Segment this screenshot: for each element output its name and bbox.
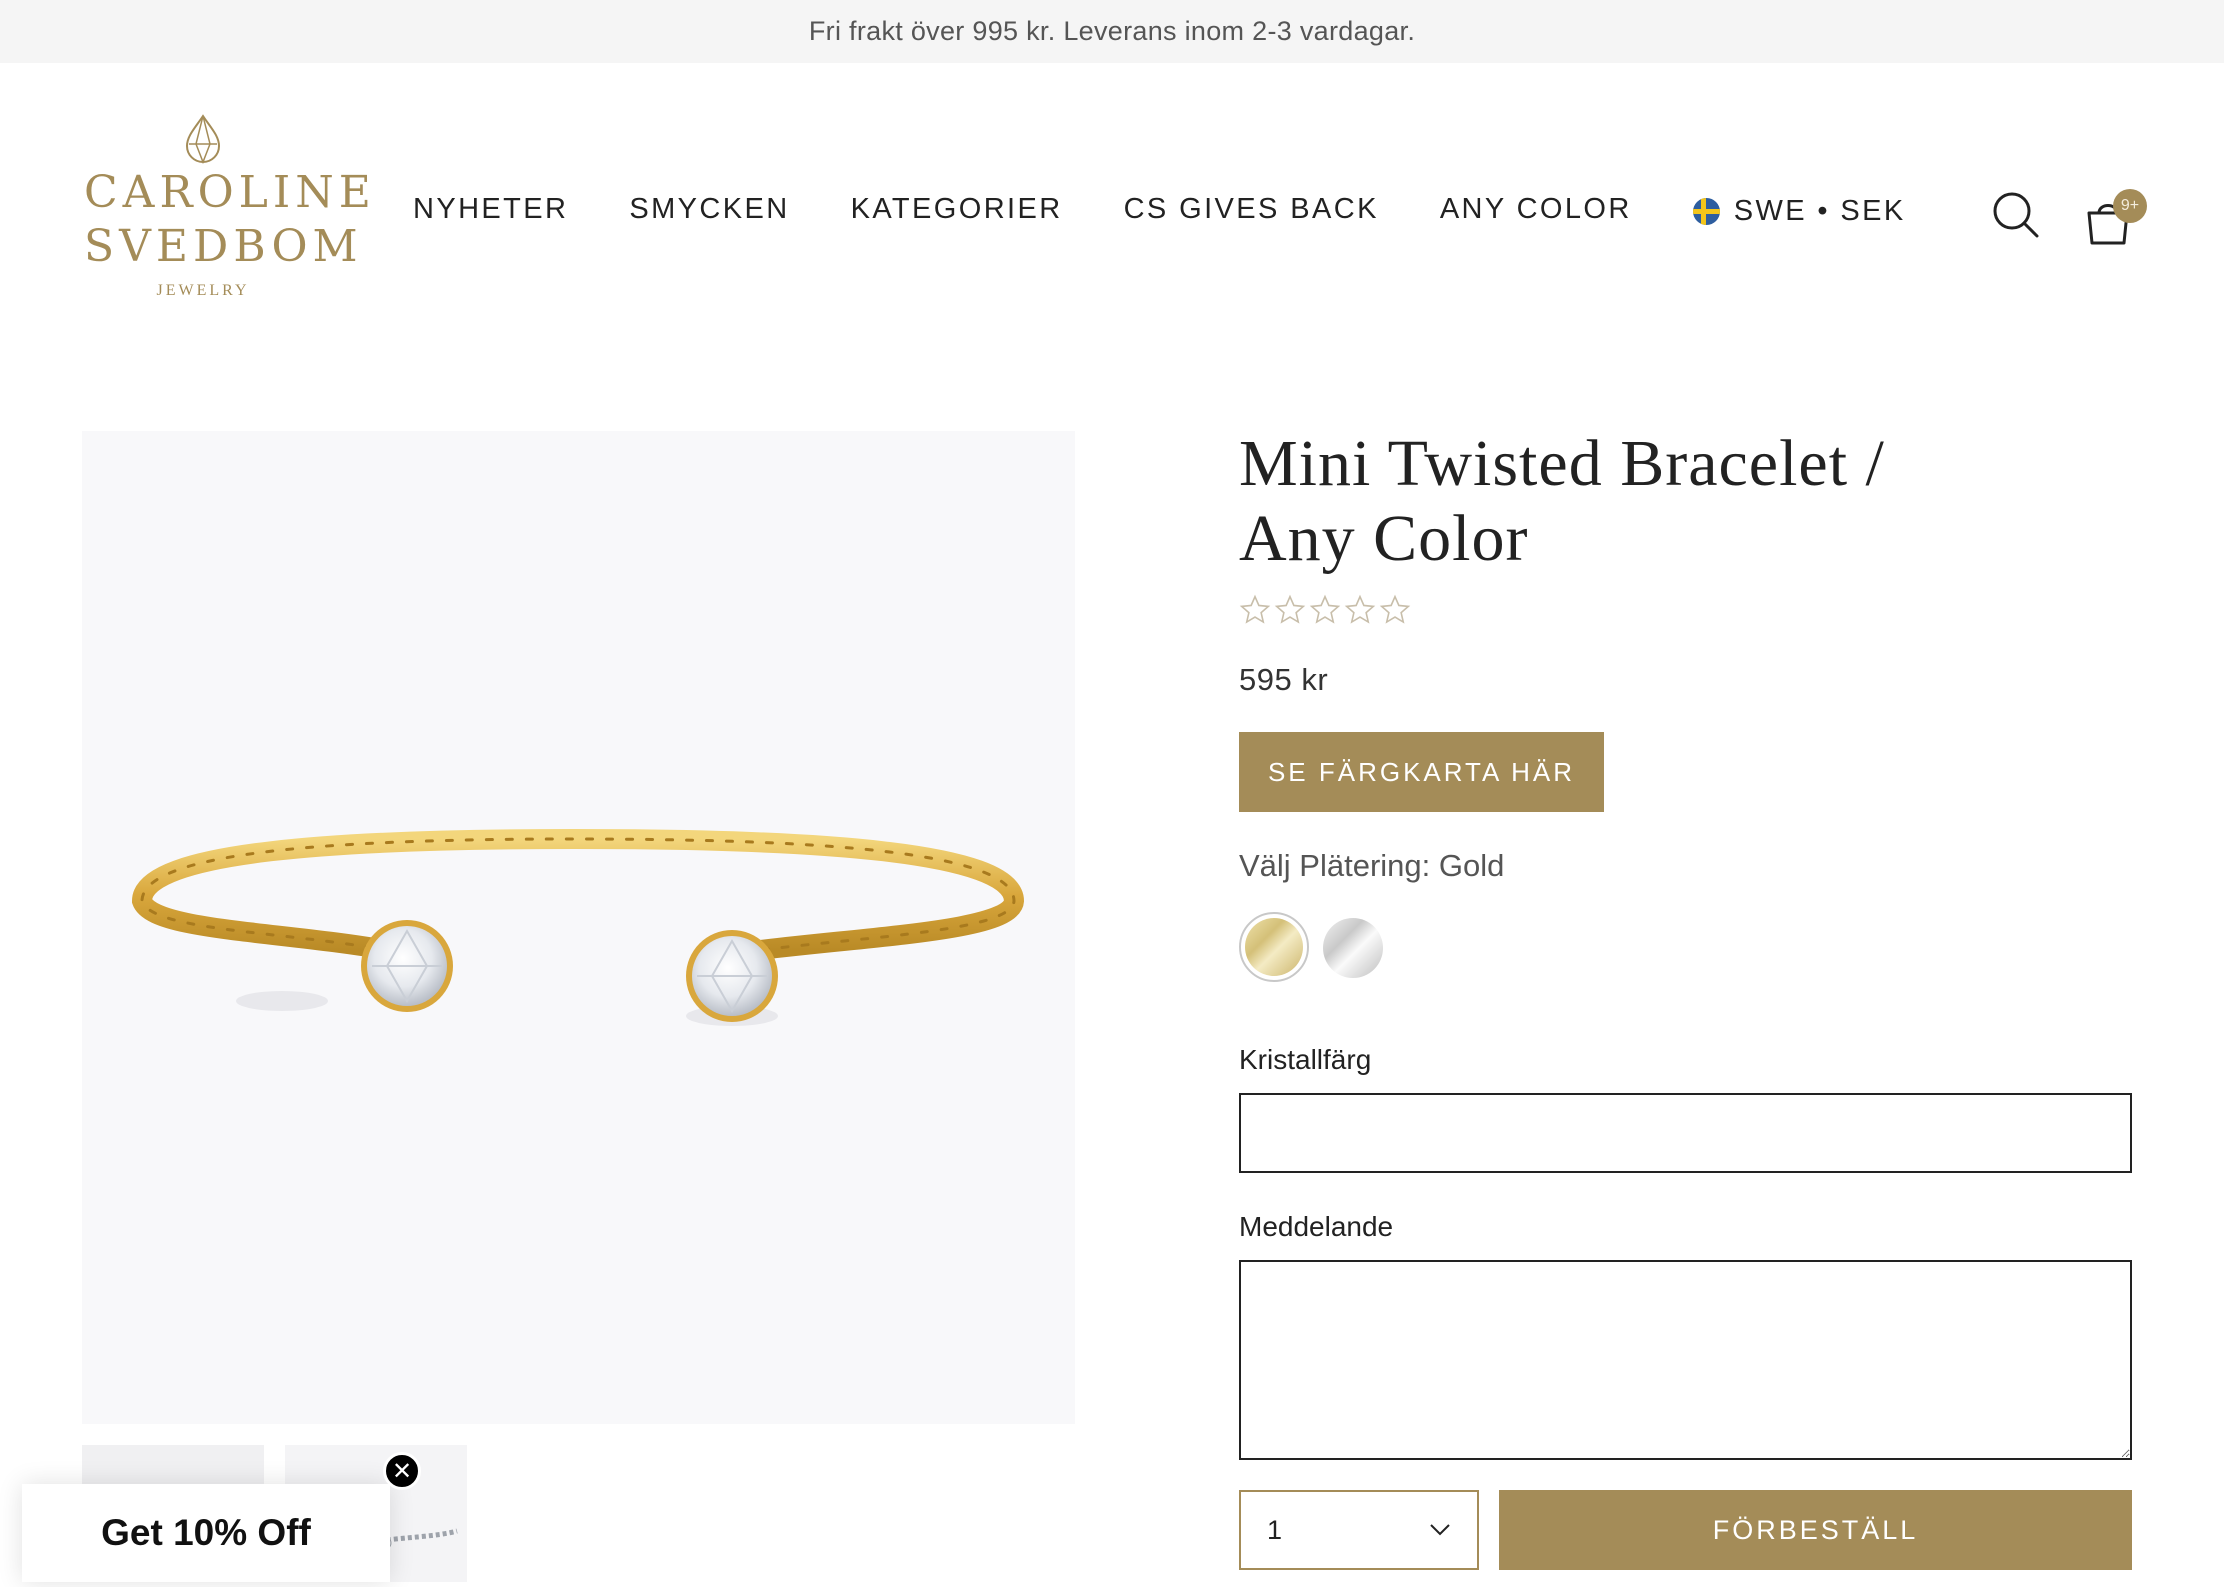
crystal-color-input[interactable] [1239, 1093, 2132, 1173]
chevron-down-icon [1430, 1524, 1450, 1536]
product-title-line2: Any Color [1239, 502, 1529, 575]
star-outline-icon [1309, 594, 1341, 624]
message-label: Meddelande [1239, 1211, 1394, 1242]
sweden-flag-icon [1692, 198, 1720, 225]
locale-selector[interactable]: SWE • SEK [1692, 195, 1906, 228]
search-button[interactable] [1992, 191, 2040, 239]
nav-item-any-color[interactable]: ANY COLOR [1440, 193, 1632, 226]
quantity-value: 1 [1267, 1514, 1283, 1545]
brand-logo[interactable]: CAROLINE SVEDBOM JEWELRY [84, 114, 376, 300]
rating-stars[interactable] [1239, 594, 1414, 626]
quantity-select[interactable]: 1 [1239, 1490, 1479, 1570]
brand-name-line2: SVEDBOM [84, 221, 363, 272]
locale-label: SWE • SEK [1733, 195, 1906, 227]
product-price: 595 kr [1239, 662, 1329, 697]
discount-popup-text: Get 10% Off [101, 1512, 311, 1553]
product-title-line1: Mini Twisted Bracelet / [1239, 427, 1885, 500]
crystal-color-label: Kristallfärg [1239, 1044, 1372, 1075]
product-main-image[interactable] [82, 431, 1075, 1424]
nav-item-nyheter[interactable]: NYHETER [413, 193, 568, 226]
star-outline-icon [1344, 594, 1376, 624]
brand-tagline: JEWELRY [156, 282, 250, 299]
color-chart-button[interactable]: SE FÄRGKARTA HÄR [1239, 732, 1604, 812]
nav-item-smycken[interactable]: SMYCKEN [629, 193, 789, 226]
cart-count-badge: 9+ [2113, 189, 2147, 223]
nav-item-cs-gives-back[interactable]: CS GIVES BACK [1124, 193, 1379, 226]
star-outline-icon [1274, 594, 1306, 624]
diamond-drop-icon [185, 114, 221, 165]
site-header: CAROLINE SVEDBOM JEWELRY NYHETER SMYCKEN… [0, 63, 2224, 363]
plating-swatch-gold[interactable] [1239, 912, 1309, 982]
discount-popup[interactable]: Get 10% Off [22, 1484, 390, 1582]
plating-label: Välj Plätering: Gold [1239, 848, 1505, 883]
product-title: Mini Twisted Bracelet / Any Color [1239, 426, 1939, 576]
bracelet-illustration [131, 828, 1025, 1026]
star-outline-icon [1379, 594, 1411, 624]
message-textarea[interactable] [1239, 1260, 2132, 1460]
announcement-text: Fri frakt över 995 kr. Leverans inom 2-3… [808, 16, 1416, 46]
search-icon [1993, 192, 2039, 238]
nav-item-kategorier[interactable]: KATEGORIER [851, 193, 1063, 226]
plating-swatch-silver[interactable] [1323, 918, 1383, 978]
star-outline-icon [1239, 594, 1271, 624]
cart-button[interactable]: 9+ [2084, 189, 2148, 245]
brand-name-line1: CAROLINE [84, 167, 376, 218]
main-nav: NYHETER SMYCKEN KATEGORIER CS GIVES BACK… [413, 191, 1906, 228]
close-icon[interactable]: ✕ [383, 1452, 421, 1490]
announcement-bar: Fri frakt över 995 kr. Leverans inom 2-3… [0, 0, 2224, 63]
preorder-button[interactable]: FÖRBESTÄLL [1499, 1490, 2132, 1570]
